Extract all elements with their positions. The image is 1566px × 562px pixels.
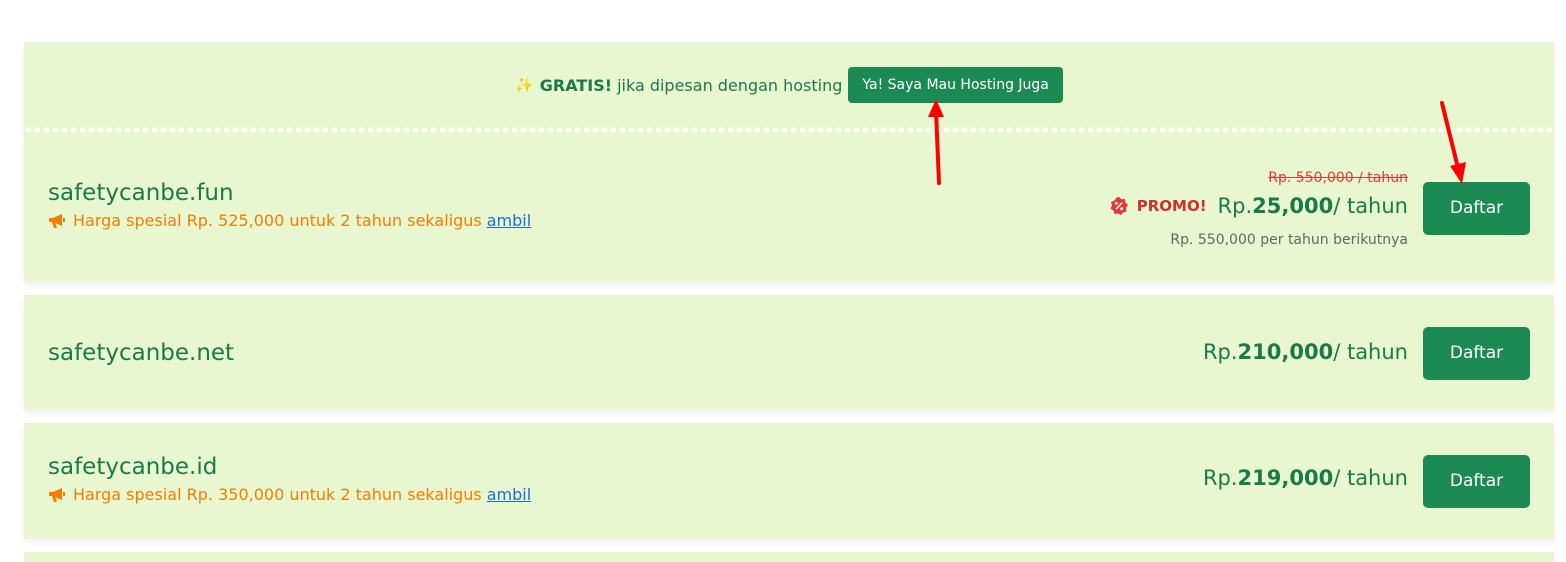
price-prefix: Rp. — [1202, 340, 1238, 364]
price-line: Rp. 210,000 / tahun — [1203, 340, 1408, 364]
gratis-label: GRATIS! — [539, 75, 613, 95]
old-price: Rp. 550,000 / tahun — [1268, 170, 1408, 186]
price-unit: / tahun — [1333, 466, 1408, 490]
special-offer-text: Harga spesial Rp. 525,000 untuk 2 tahun … — [73, 211, 482, 230]
domain-results-list: ✨ GRATIS! jika dipesan dengan hosting Ya… — [24, 42, 1554, 562]
daftar-button[interactable]: Daftar — [1423, 182, 1530, 235]
daftar-button[interactable]: Daftar — [1423, 327, 1530, 380]
domain-row: safetycanbe.fun Harga spesial Rp. 525,00… — [24, 128, 1554, 282]
price-prefix: Rp. — [1202, 466, 1238, 490]
price-line: Rp. 219,000 / tahun — [1203, 466, 1408, 490]
price-line: PROMO! Rp. 25,000 / tahun — [1110, 194, 1408, 218]
ambil-link[interactable]: ambil — [487, 211, 531, 230]
sparkles-icon: ✨ — [515, 76, 534, 94]
megaphone-icon — [49, 213, 65, 228]
daftar-button[interactable]: Daftar — [1423, 455, 1530, 508]
price-unit: / tahun — [1333, 194, 1408, 218]
price-amount: 210,000 — [1237, 340, 1334, 364]
special-offer: Harga spesial Rp. 350,000 untuk 2 tahun … — [48, 485, 531, 504]
megaphone-icon — [49, 487, 65, 502]
domain-card-id: safetycanbe.id Harga spesial Rp. 350,000… — [24, 423, 1554, 539]
special-offer-text: Harga spesial Rp. 350,000 untuk 2 tahun … — [73, 485, 482, 504]
promo-badge: PROMO! — [1110, 197, 1207, 215]
domain-card-next — [24, 552, 1554, 562]
domain-card-fun: ✨ GRATIS! jika dipesan dengan hosting Ya… — [24, 42, 1554, 282]
promo-label: PROMO! — [1136, 197, 1207, 215]
free-with-hosting-banner: ✨ GRATIS! jika dipesan dengan hosting Ya… — [24, 42, 1554, 128]
price-amount: 25,000 — [1252, 194, 1334, 218]
percent-badge-icon — [1110, 197, 1128, 215]
ambil-link[interactable]: ambil — [487, 485, 531, 504]
price-unit: / tahun — [1333, 340, 1408, 364]
price-amount: 219,000 — [1237, 466, 1334, 490]
add-hosting-button[interactable]: Ya! Saya Mau Hosting Juga — [848, 67, 1063, 103]
banner-text: jika dipesan dengan hosting — [617, 75, 843, 95]
special-offer: Harga spesial Rp. 525,000 untuk 2 tahun … — [48, 211, 531, 230]
domain-card-net: safetycanbe.net Rp. 210,000 / tahun Daft… — [24, 295, 1554, 410]
domain-name: safetycanbe.fun — [48, 180, 234, 206]
price-prefix: Rp. — [1217, 194, 1253, 218]
renewal-price: Rp. 550,000 per tahun berikutnya — [1170, 232, 1408, 248]
domain-name: safetycanbe.id — [48, 454, 218, 480]
domain-name: safetycanbe.net — [48, 340, 235, 366]
